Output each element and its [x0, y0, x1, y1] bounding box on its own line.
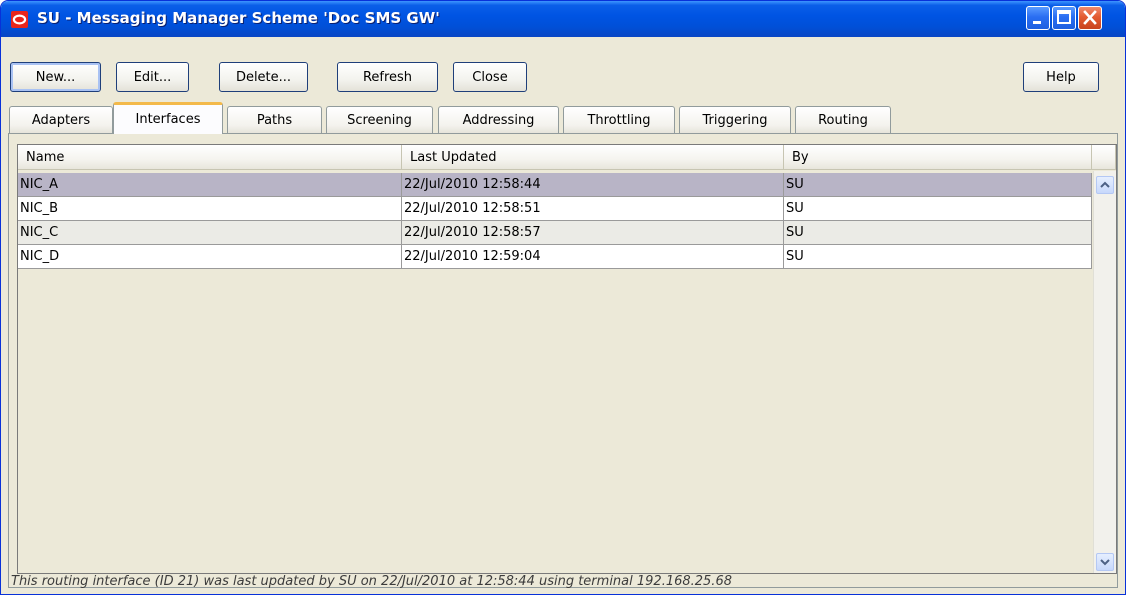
- maximize-button[interactable]: [1052, 6, 1076, 30]
- refresh-button[interactable]: Refresh: [337, 62, 438, 92]
- cell-by: SU: [784, 197, 1092, 221]
- table-row[interactable]: NIC_D 22/Jul/2010 12:59:04 SU: [18, 245, 1092, 269]
- cell-name: NIC_B: [18, 197, 402, 221]
- cell-name: NIC_A: [18, 173, 402, 197]
- close-icon: [1083, 10, 1097, 25]
- cell-last-updated: 22/Jul/2010 12:58:57: [402, 221, 784, 245]
- tab-adapters[interactable]: Adapters: [9, 106, 113, 133]
- oracle-logo-icon: [11, 11, 28, 28]
- cell-last-updated: 22/Jul/2010 12:58:44: [402, 173, 784, 197]
- close-button[interactable]: Close: [453, 62, 527, 92]
- column-header-last-updated[interactable]: Last Updated: [402, 145, 784, 170]
- tab-interfaces[interactable]: Interfaces: [113, 102, 223, 134]
- column-header-by[interactable]: By: [784, 145, 1092, 170]
- cell-by: SU: [784, 173, 1092, 197]
- maximize-icon: [1057, 10, 1071, 24]
- column-header-name[interactable]: Name: [18, 145, 402, 170]
- new-button[interactable]: New...: [10, 62, 101, 92]
- tab-screening[interactable]: Screening: [326, 106, 433, 133]
- table-row[interactable]: NIC_B 22/Jul/2010 12:58:51 SU: [18, 197, 1092, 221]
- vertical-scrollbar[interactable]: [1093, 171, 1116, 573]
- close-window-button[interactable]: [1078, 6, 1102, 30]
- window-title: SU - Messaging Manager Scheme 'Doc SMS G…: [37, 9, 440, 27]
- tab-paths[interactable]: Paths: [227, 106, 322, 133]
- table-row[interactable]: NIC_C 22/Jul/2010 12:58:57 SU: [18, 221, 1092, 245]
- minimize-button[interactable]: [1026, 6, 1050, 30]
- cell-by: SU: [784, 245, 1092, 269]
- tab-throttling[interactable]: Throttling: [563, 106, 675, 133]
- cell-name: NIC_C: [18, 221, 402, 245]
- column-header-filler: [1092, 145, 1116, 170]
- help-button[interactable]: Help: [1023, 62, 1099, 92]
- tab-addressing[interactable]: Addressing: [438, 106, 559, 133]
- status-message: This routing interface (ID 21) was last …: [11, 574, 732, 589]
- messaging-manager-window: SU - Messaging Manager Scheme 'Doc SMS G…: [0, 0, 1126, 595]
- title-bar[interactable]: SU - Messaging Manager Scheme 'Doc SMS G…: [1, 1, 1125, 37]
- minimize-icon: [1033, 21, 1041, 24]
- delete-button[interactable]: Delete...: [219, 62, 308, 92]
- scroll-up-button[interactable]: [1096, 176, 1114, 194]
- cell-last-updated: 22/Jul/2010 12:59:04: [402, 245, 784, 269]
- cell-by: SU: [784, 221, 1092, 245]
- tab-triggering[interactable]: Triggering: [679, 106, 791, 133]
- edit-button[interactable]: Edit...: [116, 62, 189, 92]
- scroll-down-button[interactable]: [1096, 553, 1114, 571]
- chevron-up-icon: [1100, 181, 1110, 188]
- chevron-down-icon: [1100, 559, 1110, 566]
- cell-name: NIC_D: [18, 245, 402, 269]
- cell-last-updated: 22/Jul/2010 12:58:51: [402, 197, 784, 221]
- tab-routing[interactable]: Routing: [795, 106, 891, 133]
- table-row[interactable]: NIC_A 22/Jul/2010 12:58:44 SU: [18, 173, 1092, 197]
